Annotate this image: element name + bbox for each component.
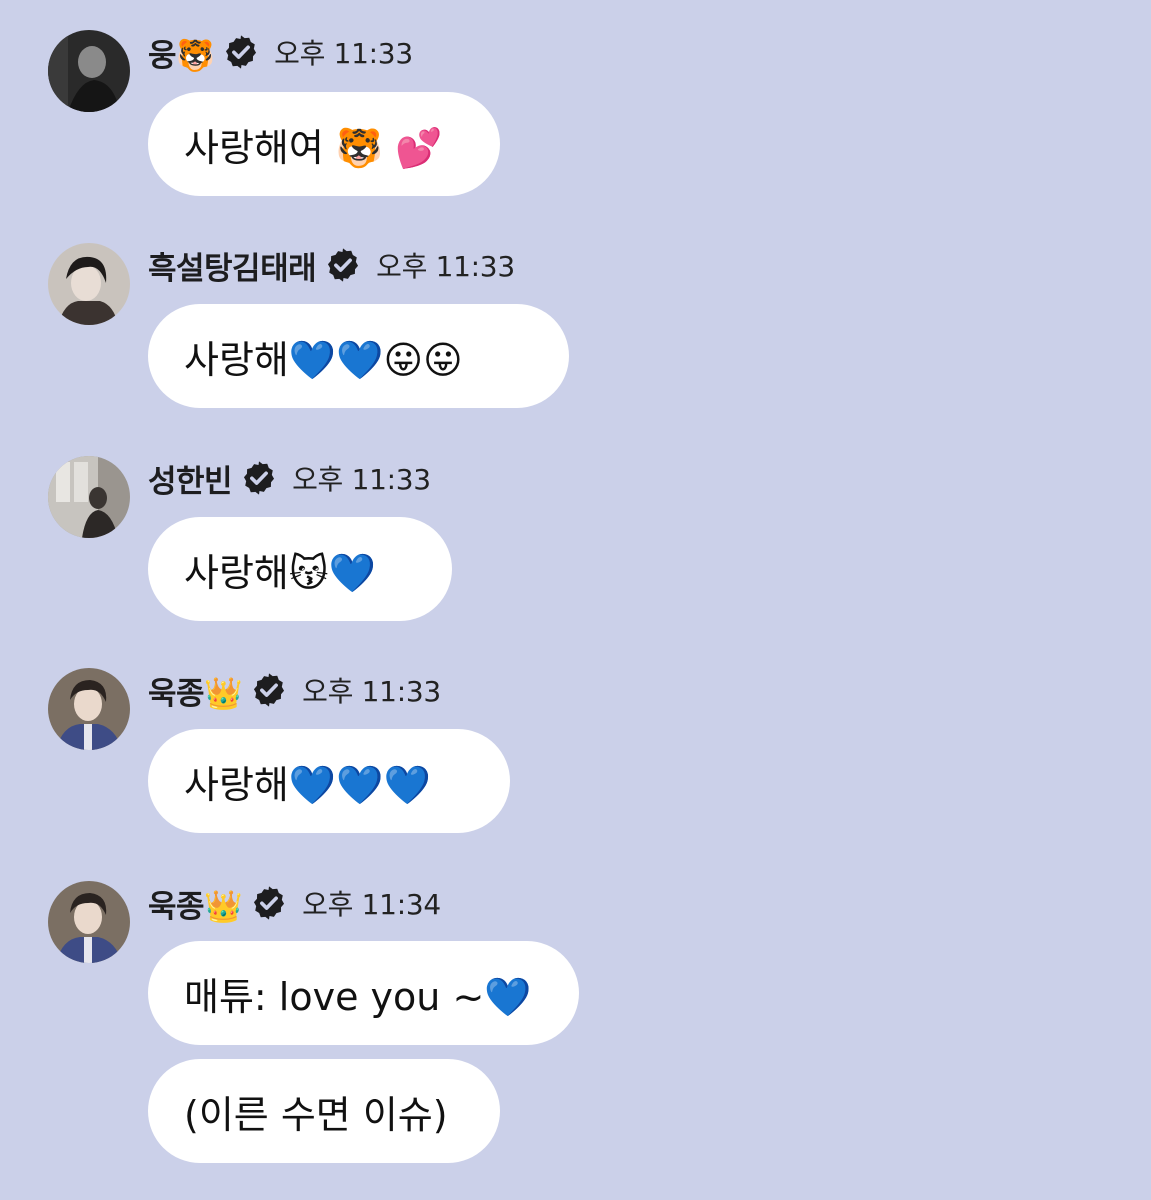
message-bubble[interactable]: 사랑해😽💙 — [148, 517, 452, 621]
sender-name[interactable]: 성한빈 — [148, 456, 233, 501]
message-bubble[interactable]: 사랑해💙💙😛😛 — [148, 304, 569, 408]
message-bubble[interactable]: 매튜: love you ~💙 — [148, 941, 579, 1045]
avatar[interactable] — [48, 881, 130, 963]
timestamp: 오후 11:33 — [376, 250, 515, 283]
sender-name[interactable]: 웅🐯 — [148, 30, 215, 75]
message-bubble[interactable]: 사랑해여 🐯 💕 — [148, 92, 500, 196]
verified-badge-icon — [324, 246, 362, 284]
timestamp: 오후 11:33 — [292, 463, 431, 496]
avatar[interactable] — [48, 668, 130, 750]
sender-name[interactable]: 욱종👑 — [148, 668, 243, 713]
message-header: 웅🐯 오후 11:33 — [148, 30, 413, 75]
verified-badge-icon — [240, 459, 278, 497]
message-header: 욱종👑 오후 11:34 — [148, 881, 441, 926]
avatar[interactable] — [48, 30, 130, 112]
timestamp: 오후 11:33 — [302, 675, 441, 708]
message-header: 욱종👑 오후 11:33 — [148, 668, 441, 713]
message-header: 흑설탕김태래 오후 11:33 — [148, 243, 515, 288]
message-bubble[interactable]: 사랑해💙💙💙 — [148, 729, 510, 833]
message-header: 성한빈 오후 11:33 — [148, 456, 431, 501]
verified-badge-icon — [222, 33, 260, 71]
timestamp: 오후 11:34 — [302, 888, 441, 921]
message-bubble[interactable]: (이른 수면 이슈) — [148, 1059, 500, 1163]
avatar[interactable] — [48, 456, 130, 538]
sender-name[interactable]: 욱종👑 — [148, 881, 243, 926]
verified-badge-icon — [250, 884, 288, 922]
avatar[interactable] — [48, 243, 130, 325]
sender-name[interactable]: 흑설탕김태래 — [148, 243, 317, 288]
timestamp: 오후 11:33 — [274, 37, 413, 70]
verified-badge-icon — [250, 671, 288, 709]
